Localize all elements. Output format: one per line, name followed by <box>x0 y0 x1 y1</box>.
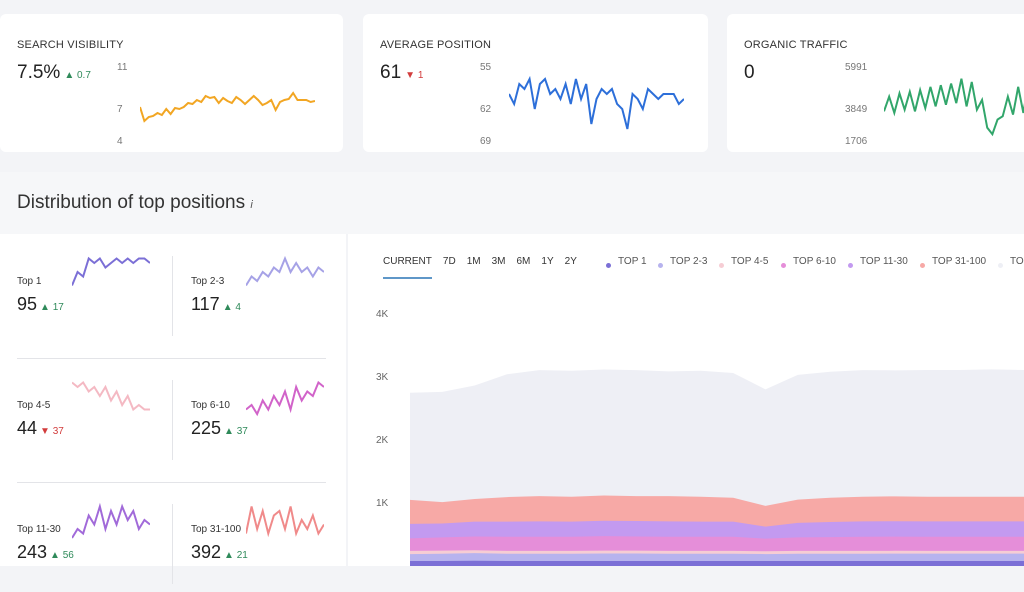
position-tile[interactable]: Top 11-30 243 ▲ 56 <box>0 482 160 592</box>
tile-value: 243 ▲ 56 <box>17 542 74 563</box>
tile-value: 117 ▲ 4 <box>191 294 241 315</box>
delta-badge: ▲ 17 <box>40 302 64 313</box>
value: 243 <box>17 542 48 562</box>
divider <box>17 482 326 483</box>
divider <box>172 380 173 460</box>
axis-label: 3849 <box>845 104 868 115</box>
tile-value: 95 ▲ 17 <box>17 294 64 315</box>
axis-label: 55 <box>480 62 492 73</box>
sparkline <box>509 75 684 130</box>
sparkline-line <box>246 506 324 538</box>
sparkline-line <box>246 380 324 417</box>
delta-value: 37 <box>52 426 64 437</box>
metric-card: SEARCH VISIBILITY 7.5% ▲ 0.7 11 7 4 <box>0 14 343 152</box>
section-header: Distribution of top positions i <box>0 172 1024 234</box>
value: 225 <box>191 418 222 438</box>
axis-label: 5991 <box>845 62 868 73</box>
metric-card: ORGANIC TRAFFIC 0 5991 3849 1706 <box>727 14 1024 152</box>
card-title: ORGANIC TRAFFIC <box>744 39 848 51</box>
sparkline <box>140 91 315 123</box>
divider <box>172 504 173 584</box>
position-tile[interactable]: Top 6-10 225 ▲ 37 <box>174 358 334 468</box>
tile-value: 392 ▲ 21 <box>191 542 248 563</box>
delta-badge: ▼ 37 <box>40 426 64 437</box>
axis-label: 11 <box>117 62 128 73</box>
position-tile[interactable]: Top 1 95 ▲ 17 <box>0 234 160 344</box>
value: 95 <box>17 294 38 314</box>
delta-value: 17 <box>52 302 64 313</box>
position-tile[interactable]: Top 2-3 117 ▲ 4 <box>174 234 334 344</box>
value: 0 <box>744 62 755 83</box>
sparkline <box>246 255 324 287</box>
sparkline-line <box>884 78 1024 137</box>
stacked-area-chart <box>410 369 1024 566</box>
delta-badge: ▲ 37 <box>224 426 248 437</box>
delta-value: 56 <box>62 550 74 561</box>
card-value: 61 ▼ 1 <box>380 62 423 84</box>
tile-label: Top 4-5 <box>17 400 51 411</box>
delta-value: 37 <box>236 426 248 437</box>
delta-value: 4 <box>235 302 241 313</box>
sparkline-line <box>72 502 150 539</box>
tile-label: Top 1 <box>17 276 42 287</box>
distribution-chart-panel: CURRENT 7D 1M 3M 6M 1Y 2Y TOP 1 TOP 2-3 TOP 4-5 T… <box>348 234 1024 566</box>
tile-label: Top 31-100 <box>191 524 242 535</box>
sparkline-line <box>140 91 315 123</box>
card-value: 7.5% ▲ 0.7 <box>17 62 91 84</box>
value: 117 <box>191 294 220 314</box>
sparkline-line <box>246 255 324 287</box>
axis-label: 62 <box>480 104 492 115</box>
delta-badge: ▲ 56 <box>50 550 74 561</box>
tile-label: Top 6-10 <box>191 400 230 411</box>
delta-value: 21 <box>236 550 248 561</box>
tile-value: 225 ▲ 37 <box>191 418 248 439</box>
axis-label: 69 <box>480 136 492 147</box>
area-top-1 <box>410 560 1024 566</box>
sparkline-line <box>509 75 684 130</box>
delta-badge: ▲ 21 <box>224 550 248 561</box>
value: 44 <box>17 418 38 438</box>
delta-badge: ▲ 4 <box>222 302 241 313</box>
delta-value: 0.7 <box>77 70 91 81</box>
position-tile[interactable]: Top 4-5 44 ▼ 37 <box>0 358 160 468</box>
value: 392 <box>191 542 222 562</box>
axis-label: 7 <box>117 104 123 115</box>
value: 61 <box>380 62 402 83</box>
axis-label: 4 <box>117 136 123 147</box>
position-tiles: Top 1 95 ▲ 17 Top 2-3 117 ▲ 4 Top 4-5 44 ▼ … <box>0 234 346 584</box>
section-title: Distribution of top positions i <box>17 192 253 213</box>
tile-label: Top 11-30 <box>17 524 61 535</box>
sparkline <box>246 380 324 417</box>
position-tile[interactable]: Top 31-100 392 ▲ 21 <box>174 482 334 592</box>
divider <box>17 358 326 359</box>
sparkline <box>72 502 150 539</box>
card-value: 0 <box>744 62 755 84</box>
sparkline <box>884 78 1024 137</box>
sparkline <box>72 256 150 286</box>
tile-label: Top 2-3 <box>191 276 225 287</box>
metric-card: AVERAGE POSITION 61 ▼ 1 55 62 69 <box>363 14 708 152</box>
sparkline <box>72 381 150 412</box>
delta-badge: ▼ 1 <box>405 70 424 81</box>
card-title: AVERAGE POSITION <box>380 39 492 51</box>
sparkline-line <box>72 381 150 412</box>
sparkline <box>246 506 324 538</box>
delta-value: 1 <box>417 70 424 81</box>
delta-badge: ▲ 0.7 <box>64 70 91 81</box>
tile-value: 44 ▼ 37 <box>17 418 64 439</box>
value: 7.5% <box>17 62 61 83</box>
axis-label: 1706 <box>845 136 868 147</box>
info-icon[interactable]: i <box>250 199 252 211</box>
sparkline-line <box>72 256 150 286</box>
card-title: SEARCH VISIBILITY <box>17 39 124 51</box>
divider <box>172 256 173 336</box>
